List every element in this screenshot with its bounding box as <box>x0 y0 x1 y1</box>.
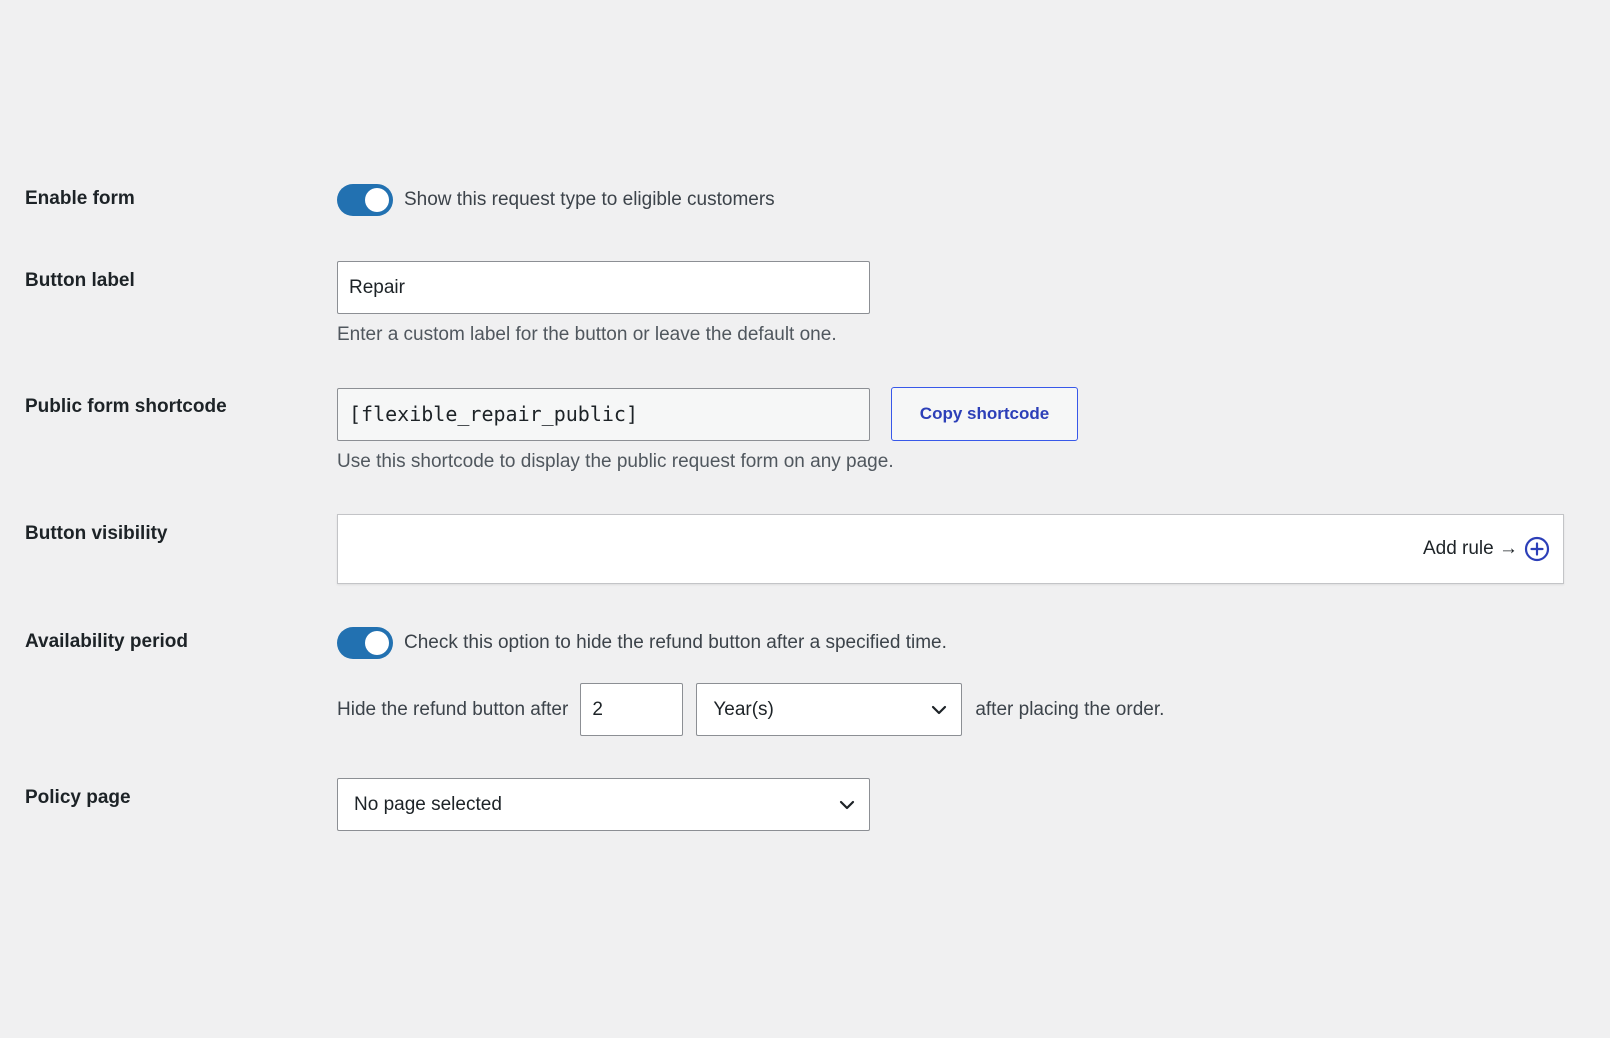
plus-circle-icon[interactable] <box>1524 536 1550 562</box>
policy-page-select[interactable]: No page selected <box>337 778 870 831</box>
enable-form-toggle[interactable] <box>337 184 393 216</box>
button-label-label: Button label <box>25 270 135 291</box>
policy-page-label: Policy page <box>25 787 131 808</box>
availability-label: Availability period <box>25 631 188 652</box>
availability-period-line: Hide the refund button after Year(s) aft… <box>337 683 1164 736</box>
availability-toggle-line: Check this option to hide the refund but… <box>337 627 1164 659</box>
button-visibility-label: Button visibility <box>25 523 168 544</box>
enable-form-label: Enable form <box>25 188 135 209</box>
add-rule-button[interactable]: Add rule → <box>1423 536 1550 562</box>
shortcode-line: Copy shortcode <box>337 387 1078 441</box>
policy-page-value: No page selected <box>354 793 502 815</box>
copy-shortcode-button[interactable]: Copy shortcode <box>891 387 1078 441</box>
availability-description: Check this option to hide the refund but… <box>404 632 947 653</box>
shortcode-field: Copy shortcode Use this shortcode to dis… <box>337 387 1078 473</box>
enable-form-field: Show this request type to eligible custo… <box>337 184 775 216</box>
shortcode-help: Use this shortcode to display the public… <box>337 451 894 472</box>
period-prefix-text: Hide the refund button after <box>337 698 569 720</box>
chevron-down-icon <box>932 705 947 714</box>
availability-toggle[interactable] <box>337 627 393 659</box>
period-unit-value: Year(s) <box>713 698 774 720</box>
add-rule-label: Add rule → <box>1422 538 1518 559</box>
visibility-rules-box: Add rule → <box>337 514 1564 584</box>
button-visibility-field: Add rule → <box>337 514 1564 584</box>
toggle-knob <box>365 631 389 655</box>
button-label-input[interactable] <box>337 261 870 314</box>
shortcode-label: Public form shortcode <box>25 396 227 417</box>
toggle-knob <box>365 188 389 212</box>
period-unit-select[interactable]: Year(s) <box>696 683 963 736</box>
policy-page-field: No page selected <box>337 778 870 831</box>
chevron-down-icon <box>839 800 855 809</box>
availability-field: Check this option to hide the refund but… <box>337 627 1164 736</box>
enable-form-description: Show this request type to eligible custo… <box>404 189 775 210</box>
button-label-help: Enter a custom label for the button or l… <box>337 324 837 345</box>
period-suffix-text: after placing the order. <box>975 698 1165 720</box>
shortcode-input[interactable] <box>337 387 870 441</box>
button-label-field: Enter a custom label for the button or l… <box>337 261 870 346</box>
period-number-input[interactable] <box>580 683 684 736</box>
